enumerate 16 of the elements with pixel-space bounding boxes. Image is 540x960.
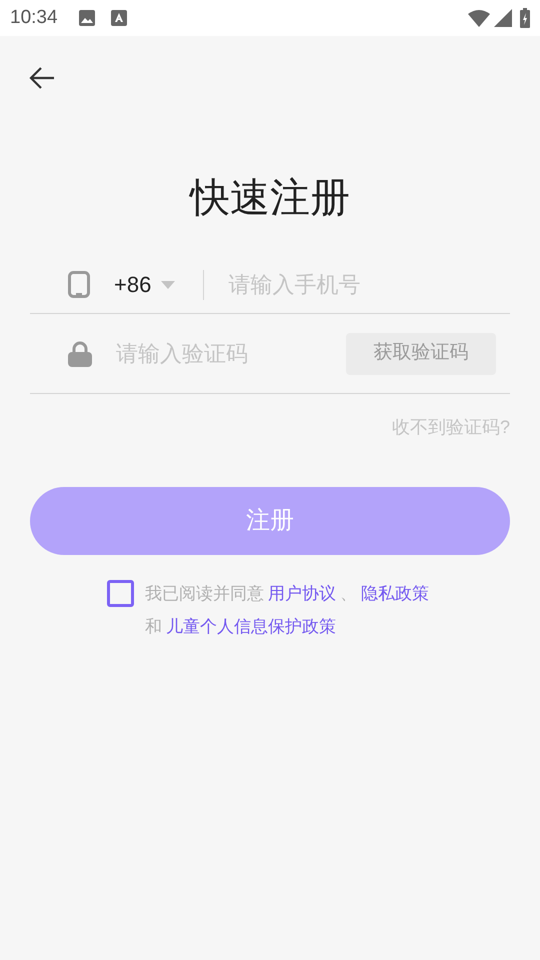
country-code-dropdown[interactable]: +86 bbox=[114, 268, 176, 301]
battery-icon bbox=[520, 8, 530, 28]
text-notification-icon bbox=[110, 10, 127, 26]
policy-link[interactable]: 用户协议 bbox=[268, 584, 336, 603]
agreement-checkbox[interactable] bbox=[107, 580, 134, 607]
wifi-icon bbox=[468, 9, 490, 27]
signal-icon bbox=[494, 9, 512, 27]
status-time: 10:34 bbox=[10, 6, 58, 30]
policy-link[interactable]: 儿童个人信息保护政策 bbox=[166, 617, 336, 636]
phone-icon bbox=[68, 271, 90, 298]
image-notification-icon bbox=[78, 9, 96, 27]
lock-icon bbox=[68, 340, 92, 366]
policy-link[interactable]: 隐私政策 bbox=[361, 584, 429, 603]
page-title: 快速注册 bbox=[188, 175, 351, 222]
agreement-text: 我已阅读并同意 用户协议 、 隐私政策 和 儿童个人信息保护政策 bbox=[145, 583, 430, 638]
caret-icon bbox=[161, 280, 176, 288]
